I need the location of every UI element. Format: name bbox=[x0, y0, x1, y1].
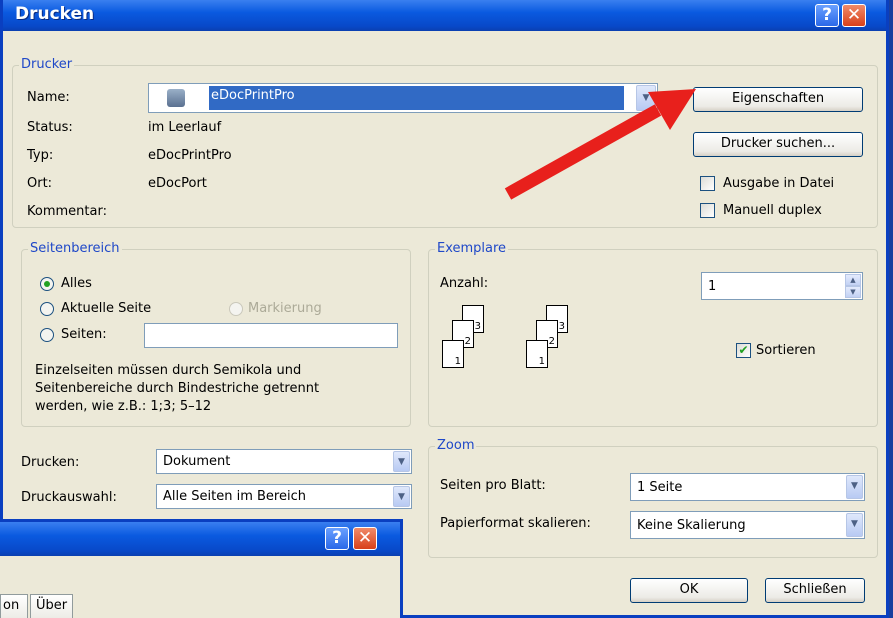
collate-checkbox[interactable]: ✔ bbox=[736, 343, 751, 358]
selection-radio[interactable] bbox=[229, 302, 243, 316]
properties-button[interactable]: Eigenschaften bbox=[693, 87, 863, 112]
tab-partial[interactable]: on bbox=[0, 594, 28, 618]
location-value: eDocPort bbox=[148, 176, 207, 191]
type-value: eDocPrintPro bbox=[148, 148, 232, 163]
manual-duplex-checkbox[interactable] bbox=[700, 203, 715, 218]
pages-per-sheet-label: Seiten pro Blatt: bbox=[440, 478, 546, 493]
scale-paper-value: Keine Skalierung bbox=[637, 518, 746, 533]
print-selection-select[interactable]: Alle Seiten im Bereich ▼ bbox=[156, 484, 412, 509]
secondary-title-bar: ? ✕ bbox=[0, 522, 400, 556]
all-pages-radio[interactable] bbox=[40, 277, 54, 291]
print-selection-label: Druckauswahl: bbox=[21, 490, 117, 505]
print-what-label: Drucken: bbox=[21, 455, 80, 470]
all-pages-label: Alles bbox=[61, 276, 92, 291]
scale-paper-select[interactable]: Keine Skalierung ▼ bbox=[630, 511, 865, 539]
printer-name-label: Name: bbox=[27, 90, 70, 105]
tab-about[interactable]: Über bbox=[30, 594, 74, 618]
selection-label: Markierung bbox=[248, 301, 322, 316]
zoom-legend: Zoom bbox=[435, 438, 477, 453]
page-range-legend: Seitenbereich bbox=[28, 241, 122, 256]
print-to-file-checkbox[interactable] bbox=[700, 176, 715, 191]
pages-per-sheet-value: 1 Seite bbox=[637, 480, 683, 495]
copies-count-label: Anzahl: bbox=[440, 276, 489, 291]
dialog-title: Drucken bbox=[15, 4, 95, 24]
copies-legend: Exemplare bbox=[435, 241, 509, 256]
status-label: Status: bbox=[27, 120, 73, 135]
secondary-close-icon[interactable]: ✕ bbox=[353, 527, 377, 550]
pages-input[interactable] bbox=[144, 323, 398, 348]
chevron-down-icon[interactable]: ▼ bbox=[846, 513, 863, 537]
zoom-group: Zoom bbox=[428, 438, 878, 558]
manual-duplex-label: Manuell duplex bbox=[723, 203, 822, 218]
printer-icon bbox=[167, 89, 185, 107]
title-bar: Drucken ? ✕ bbox=[3, 0, 886, 31]
current-page-radio[interactable] bbox=[40, 302, 54, 316]
type-label: Typ: bbox=[27, 148, 54, 163]
page-icon: 1 bbox=[442, 340, 464, 368]
secondary-help-icon[interactable]: ? bbox=[325, 527, 349, 550]
print-what-select[interactable]: Dokument ▼ bbox=[156, 449, 412, 474]
copies-count-input[interactable]: 1 ▲ ▼ bbox=[701, 272, 863, 300]
copies-count-value: 1 bbox=[708, 279, 717, 294]
current-page-label: Aktuelle Seite bbox=[61, 301, 152, 316]
status-value: im Leerlauf bbox=[148, 120, 222, 135]
location-label: Ort: bbox=[27, 176, 53, 191]
chevron-down-icon[interactable]: ▼ bbox=[393, 451, 410, 472]
printer-legend: Drucker bbox=[19, 57, 75, 72]
comment-label: Kommentar: bbox=[27, 204, 107, 219]
ok-button[interactable]: OK bbox=[630, 578, 748, 603]
pages-per-sheet-select[interactable]: 1 Seite ▼ bbox=[630, 473, 865, 501]
pages-label: Seiten: bbox=[61, 327, 107, 342]
scale-paper-label: Papierformat skalieren: bbox=[440, 516, 591, 531]
collate-label: Sortieren bbox=[756, 343, 816, 358]
page-range-hint: Einzelseiten müssen durch Semikola und S… bbox=[35, 363, 320, 414]
chevron-down-icon[interactable]: ▼ bbox=[846, 475, 863, 499]
copies-spinner[interactable]: ▲ ▼ bbox=[845, 274, 861, 298]
print-what-value: Dokument bbox=[163, 454, 231, 469]
chevron-down-icon[interactable]: ▼ bbox=[393, 486, 410, 507]
close-button[interactable]: Schließen bbox=[765, 578, 865, 603]
red-arrow-annotation bbox=[504, 89, 696, 200]
print-to-file-label: Ausgabe in Datei bbox=[723, 176, 835, 191]
page-icon: 1 bbox=[526, 340, 548, 368]
secondary-dialog: ? ✕ on Über bbox=[0, 519, 403, 618]
close-icon[interactable]: ✕ bbox=[842, 4, 866, 27]
pages-radio[interactable] bbox=[40, 328, 54, 342]
print-selection-value: Alle Seiten im Bereich bbox=[163, 489, 306, 504]
help-icon[interactable]: ? bbox=[815, 4, 839, 27]
find-printer-button[interactable]: Drucker suchen... bbox=[693, 132, 863, 157]
